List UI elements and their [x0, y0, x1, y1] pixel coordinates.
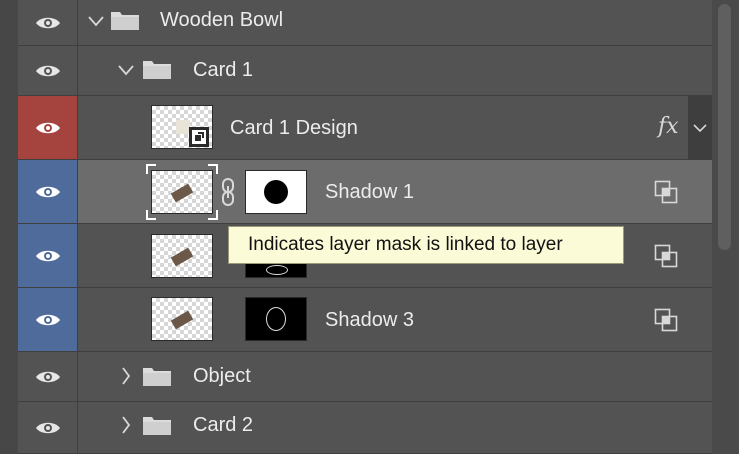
- eye-icon: [35, 17, 60, 28]
- visibility-toggle[interactable]: [18, 352, 78, 401]
- scrollbar[interactable]: [712, 0, 739, 454]
- layer-row-wooden-bowl[interactable]: Wooden Bowl: [18, 0, 712, 46]
- layers-panel: Wooden Bowl Card 1 Card 1 Design fx Shad…: [0, 0, 739, 454]
- folder-icon: [143, 61, 171, 79]
- eye-icon: [35, 186, 60, 197]
- visibility-toggle[interactable]: [18, 402, 78, 453]
- visibility-toggle[interactable]: [18, 0, 78, 45]
- layer-row-card-2[interactable]: Card 2: [18, 402, 712, 454]
- layer-thumbnail[interactable]: [151, 105, 213, 149]
- layer-row-card-1[interactable]: Card 1: [18, 46, 712, 96]
- layer-row-shadow-3[interactable]: Shadow 3: [18, 288, 712, 352]
- layer-name: Card 1 Design: [230, 117, 358, 139]
- smart-object-icon: [189, 127, 209, 147]
- layer-name: Wooden Bowl: [160, 9, 284, 31]
- layer-thumbnail[interactable]: [151, 170, 213, 214]
- layer-mask-thumbnail[interactable]: [245, 297, 307, 341]
- layer-name: Card 1: [193, 59, 254, 81]
- chevron-down-icon[interactable]: [88, 15, 104, 27]
- panel-left-edge: [0, 0, 19, 454]
- eye-icon: [35, 122, 60, 133]
- visibility-toggle[interactable]: [18, 96, 78, 159]
- layer-thumbnail[interactable]: [151, 234, 213, 278]
- folder-icon: [111, 12, 139, 30]
- layer-name: Object: [193, 365, 251, 387]
- visibility-toggle[interactable]: [18, 160, 78, 223]
- visibility-toggle[interactable]: [18, 288, 78, 351]
- visibility-toggle[interactable]: [18, 224, 78, 287]
- eye-icon: [35, 314, 60, 325]
- layer-name: Shadow 1: [325, 181, 414, 203]
- layer-row-shadow-1[interactable]: Shadow 1: [18, 160, 712, 224]
- eye-icon: [35, 371, 60, 382]
- layer-name: Shadow 3: [325, 309, 414, 331]
- eye-icon: [35, 250, 60, 261]
- layer-thumbnail[interactable]: [151, 297, 213, 341]
- tooltip: Indicates layer mask is linked to layer: [228, 226, 624, 264]
- folder-icon: [143, 368, 171, 386]
- clip-layers-icon: [654, 308, 678, 332]
- scrollbar-thumb[interactable]: [718, 4, 731, 250]
- effects-fx-icon[interactable]: fx: [658, 114, 679, 139]
- effects-toggle[interactable]: [688, 96, 712, 159]
- mask-link-icon[interactable]: [221, 177, 235, 207]
- eye-icon: [35, 65, 60, 76]
- chevron-down-icon: [693, 124, 707, 133]
- eye-icon: [35, 422, 60, 433]
- layer-row-object[interactable]: Object: [18, 352, 712, 402]
- folder-icon: [143, 417, 171, 435]
- layer-row-card-1-design[interactable]: Card 1 Design fx: [18, 96, 712, 160]
- clip-layers-icon: [654, 180, 678, 204]
- chevron-right-icon[interactable]: [121, 367, 131, 385]
- layer-mask-thumbnail[interactable]: [245, 170, 307, 214]
- layer-name: Card 2: [193, 414, 254, 436]
- visibility-toggle[interactable]: [18, 46, 78, 95]
- chevron-down-icon[interactable]: [118, 64, 134, 76]
- clip-layers-icon: [654, 244, 678, 268]
- chevron-right-icon[interactable]: [121, 416, 131, 434]
- tooltip-text: Indicates layer mask is linked to layer: [248, 234, 563, 255]
